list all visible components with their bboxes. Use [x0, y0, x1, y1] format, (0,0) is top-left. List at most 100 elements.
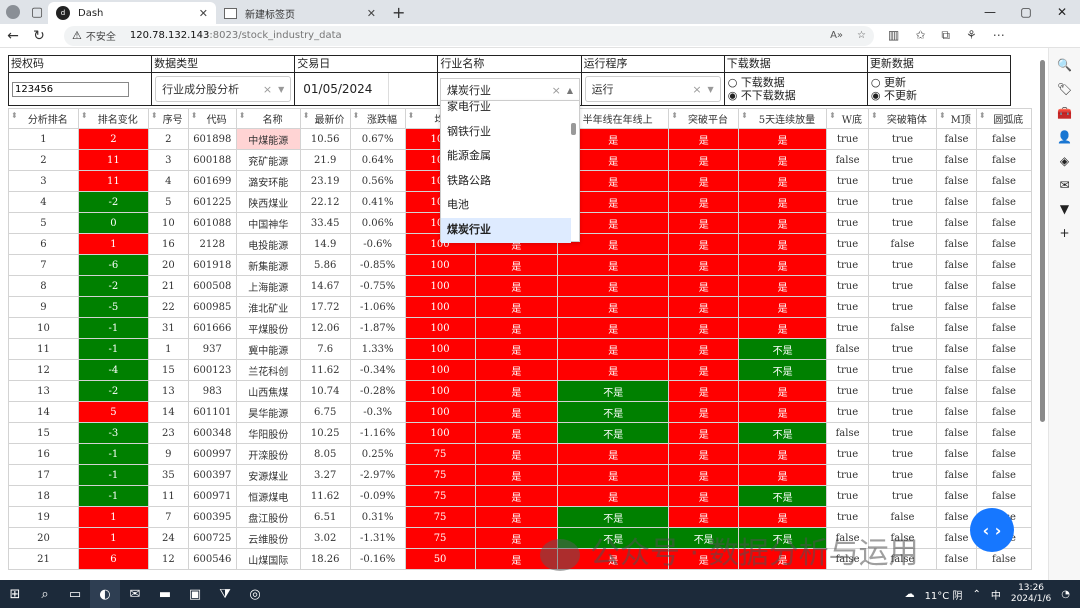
table-cell[interactable]: 17 — [8, 464, 79, 486]
dropdown-scrollbar[interactable] — [571, 103, 577, 239]
table-cell[interactable]: 18 — [8, 485, 79, 507]
table-cell[interactable]: true — [826, 233, 870, 255]
table-cell[interactable]: 是 — [474, 464, 559, 486]
column-header[interactable]: ⬍ 排名变化 — [77, 108, 149, 129]
table-cell[interactable]: 昊华能源 — [235, 401, 301, 423]
close-tab-icon[interactable]: ✕ — [367, 7, 376, 20]
table-cell[interactable]: 2 — [77, 128, 149, 150]
table-cell[interactable]: 0.25% — [349, 443, 406, 465]
table-cell[interactable]: false — [975, 149, 1032, 171]
table-cell[interactable]: false — [935, 422, 977, 444]
table-cell[interactable]: false — [826, 149, 870, 171]
date-picker[interactable]: 01/05/2024 — [295, 73, 390, 105]
table-cell[interactable]: 6.51 — [299, 506, 351, 528]
table-cell[interactable]: false — [975, 275, 1032, 297]
table-cell[interactable]: 1 — [77, 527, 149, 549]
table-cell[interactable]: false — [975, 170, 1032, 192]
table-cell[interactable]: false — [935, 128, 977, 150]
table-cell[interactable]: 不是 — [557, 506, 670, 528]
table-cell[interactable]: false — [935, 254, 977, 276]
table-cell[interactable]: 21 — [147, 275, 189, 297]
industry-option[interactable]: 能源金属 — [441, 144, 571, 169]
table-cell[interactable]: 13 — [147, 380, 189, 402]
table-cell[interactable]: 0.06% — [349, 212, 406, 234]
table-cell[interactable]: true — [868, 380, 937, 402]
table-cell[interactable]: 是 — [557, 485, 670, 507]
column-header[interactable]: ⬍ 最新价 — [299, 108, 351, 129]
table-cell[interactable]: true — [826, 464, 870, 486]
table-cell[interactable]: 是 — [557, 338, 670, 360]
table-cell[interactable]: -1.87% — [349, 317, 406, 339]
table-cell[interactable]: 600985 — [187, 296, 237, 318]
sort-icon[interactable]: ⬍ — [81, 111, 88, 120]
back-icon[interactable]: ← — [0, 28, 26, 44]
table-cell[interactable]: false — [975, 317, 1032, 339]
table-cell[interactable]: 16 — [147, 233, 189, 255]
table-cell[interactable]: 4 — [8, 191, 79, 213]
table-cell[interactable]: 2128 — [187, 233, 237, 255]
table-cell[interactable]: -0.28% — [349, 380, 406, 402]
table-cell[interactable]: 是 — [738, 506, 828, 528]
table-cell[interactable]: 12.06 — [299, 317, 351, 339]
table-cell[interactable]: true — [868, 296, 937, 318]
table-cell[interactable]: 1 — [77, 506, 149, 528]
table-cell[interactable]: 是 — [474, 485, 559, 507]
table-cell[interactable]: 11 — [77, 149, 149, 171]
favorite-star-icon[interactable]: ☆ — [857, 30, 866, 41]
table-cell[interactable]: 是 — [738, 443, 828, 465]
sort-icon[interactable]: ⬍ — [871, 111, 878, 120]
tab-actions-icon[interactable]: ▢ — [26, 0, 48, 24]
table-cell[interactable]: 是 — [474, 506, 559, 528]
table-cell[interactable]: 10 — [8, 317, 79, 339]
table-cell[interactable]: -1 — [77, 485, 149, 507]
table-cell[interactable]: 冀中能源 — [235, 338, 301, 360]
table-cell[interactable]: true — [826, 275, 870, 297]
table-cell[interactable]: -4 — [77, 359, 149, 381]
industry-option[interactable]: 铁路公路 — [441, 169, 571, 194]
table-cell[interactable]: 是 — [474, 401, 559, 423]
windows-start-icon[interactable]: ⊞ — [0, 580, 30, 608]
table-cell[interactable]: 是 — [738, 149, 828, 171]
table-cell[interactable]: 100 — [404, 296, 476, 318]
sort-icon[interactable]: ⬍ — [151, 111, 158, 120]
table-cell[interactable]: 是 — [738, 170, 828, 192]
table-cell[interactable]: 新集能源 — [235, 254, 301, 276]
table-cell[interactable]: 0.56% — [349, 170, 406, 192]
extensions-icon[interactable]: ⚘ — [966, 28, 977, 43]
table-cell[interactable]: -1 — [77, 317, 149, 339]
table-cell[interactable]: true — [826, 359, 870, 381]
table-cell[interactable]: false — [935, 212, 977, 234]
table-cell[interactable]: 7 — [8, 254, 79, 276]
table-cell[interactable]: 21 — [8, 548, 79, 570]
column-header[interactable]: ⬍ 代码 — [187, 108, 237, 129]
column-header[interactable]: ⬍ 名称 — [235, 108, 301, 129]
table-cell[interactable]: 是 — [668, 464, 740, 486]
table-cell[interactable]: 1.33% — [349, 338, 406, 360]
table-cell[interactable]: 平煤股份 — [235, 317, 301, 339]
sort-icon[interactable]: ⬍ — [191, 111, 198, 120]
table-cell[interactable]: -2 — [77, 275, 149, 297]
table-cell[interactable]: 不是 — [738, 338, 828, 360]
table-cell[interactable]: 是 — [474, 296, 559, 318]
table-cell[interactable]: 3 — [147, 149, 189, 171]
table-cell[interactable]: 18.26 — [299, 548, 351, 570]
column-header[interactable]: ⬍ M顶 — [935, 108, 977, 129]
datatype-select[interactable]: 行业成分股分析 × ▼ — [155, 76, 292, 102]
table-cell[interactable]: 不是 — [738, 422, 828, 444]
table-cell[interactable]: 600188 — [187, 149, 237, 171]
table-cell[interactable]: 100 — [404, 380, 476, 402]
table-cell[interactable]: 600725 — [187, 527, 237, 549]
table-cell[interactable]: 云维股份 — [235, 527, 301, 549]
table-cell[interactable]: 75 — [404, 464, 476, 486]
table-cell[interactable]: 是 — [474, 380, 559, 402]
column-header[interactable]: ⬍ 圆弧底 — [975, 108, 1032, 129]
table-cell[interactable]: false — [975, 485, 1032, 507]
table-cell[interactable]: false — [935, 275, 977, 297]
table-cell[interactable]: 14.67 — [299, 275, 351, 297]
table-cell[interactable]: 983 — [187, 380, 237, 402]
table-cell[interactable]: 11 — [77, 170, 149, 192]
table-cell[interactable]: 600997 — [187, 443, 237, 465]
table-cell[interactable]: false — [935, 401, 977, 423]
dash-debug-button[interactable]: ‹ › — [970, 508, 1014, 552]
table-cell[interactable]: 是 — [557, 443, 670, 465]
